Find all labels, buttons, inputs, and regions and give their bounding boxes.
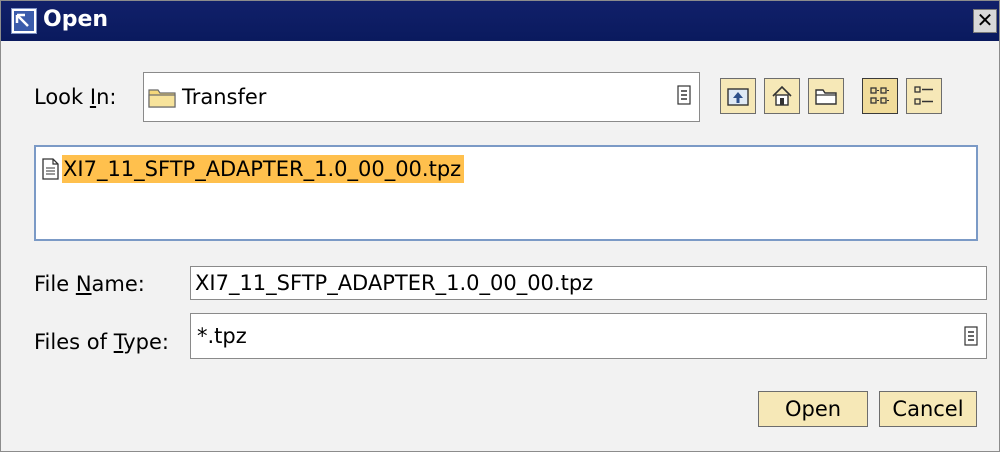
home-icon: [772, 85, 792, 106]
look-in-label: Look In:: [34, 85, 117, 109]
open-dialog: Open ✕ Look In: Transfer XI7_11_SFTP_ADA…: [0, 0, 1000, 452]
list-view-button[interactable]: [862, 78, 898, 114]
list-item[interactable]: XI7_11_SFTP_ADAPTER_1.0_00_00.tpz: [40, 153, 465, 185]
file-name-input[interactable]: [190, 266, 987, 300]
files-of-type-value: *.tpz: [197, 324, 247, 348]
new-folder-icon: [815, 89, 837, 105]
up-one-level-button[interactable]: [720, 78, 756, 114]
new-folder-button[interactable]: [808, 78, 844, 114]
look-in-combo[interactable]: Transfer: [143, 72, 700, 122]
list-view-icon: [870, 87, 889, 104]
dropdown-arrow-icon[interactable]: [677, 85, 691, 105]
file-item-name: XI7_11_SFTP_ADAPTER_1.0_00_00.tpz: [62, 155, 465, 183]
file-list[interactable]: XI7_11_SFTP_ADAPTER_1.0_00_00.tpz: [34, 145, 978, 241]
look-in-value: Transfer: [182, 85, 267, 109]
open-button[interactable]: Open: [758, 391, 868, 427]
details-view-button[interactable]: [906, 78, 942, 114]
document-icon: [42, 158, 59, 180]
title-bar[interactable]: Open ✕: [1, 1, 999, 41]
details-view-icon: [914, 86, 933, 105]
cancel-button[interactable]: Cancel: [879, 391, 977, 427]
window-title: Open: [43, 7, 109, 32]
files-of-type-label: Files of Type:: [34, 330, 170, 354]
close-button[interactable]: ✕: [973, 9, 997, 33]
open-dialog-icon: [11, 8, 37, 34]
up-folder-icon: [727, 88, 749, 106]
folder-icon: [148, 89, 176, 108]
file-name-label: File Name:: [34, 272, 145, 296]
files-of-type-combo[interactable]: *.tpz: [190, 313, 987, 359]
home-button[interactable]: [764, 78, 800, 114]
dropdown-arrow-icon[interactable]: [964, 326, 978, 346]
